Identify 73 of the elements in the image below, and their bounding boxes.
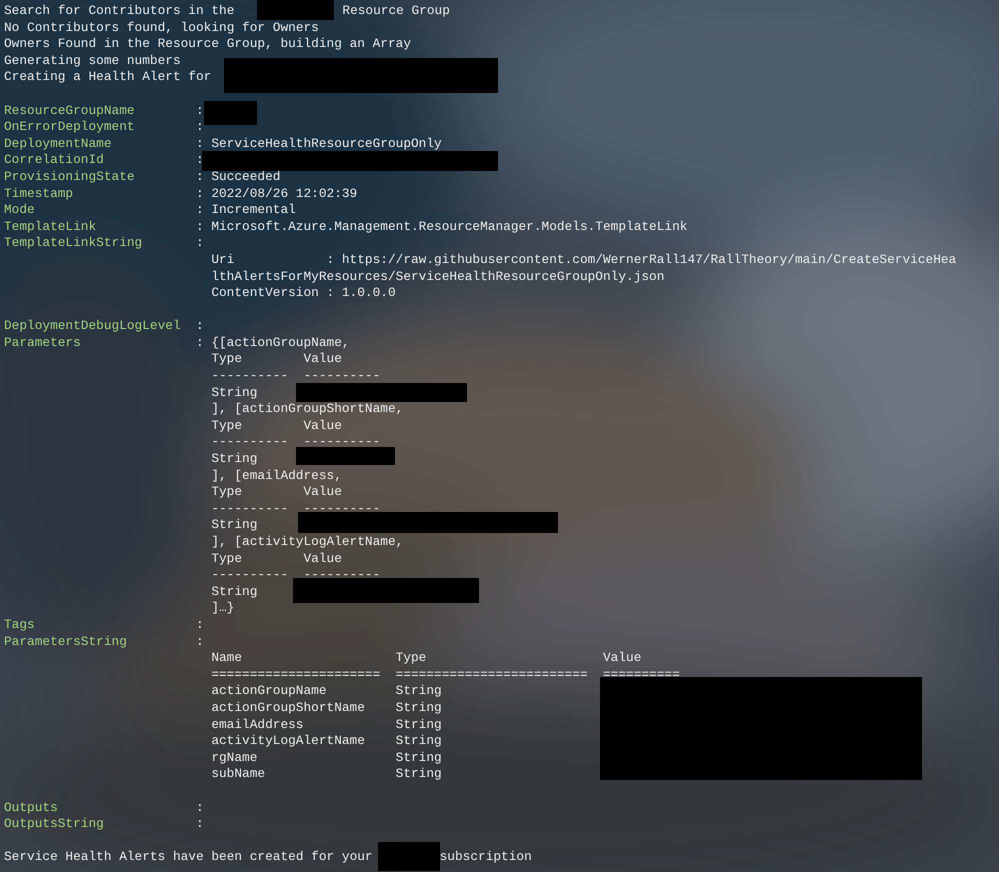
colon-separator: : <box>196 334 205 352</box>
output-text: String <box>211 584 258 599</box>
colon-separator: : <box>196 816 205 833</box>
colon-separator: : <box>196 202 205 219</box>
colon-separator: : <box>196 800 205 816</box>
property-name: ProvisioningState <box>4 168 136 186</box>
output-message: Search for Contributors in the <box>4 3 234 18</box>
colon-separator: : <box>196 634 205 650</box>
property-name: ParametersString <box>4 634 128 650</box>
output-text: lthAlertsForMyResources/ServiceHealthResourceGroupOnly.json <box>211 268 664 284</box>
colon-separator: : <box>196 102 205 120</box>
output-text: String <box>211 451 258 466</box>
property-value: Incremental <box>211 202 296 218</box>
property-name: Parameters <box>4 334 82 352</box>
redaction-bar <box>204 100 258 125</box>
property-value: {[actionGroupName, <box>211 334 350 350</box>
output-message: Resource Group <box>342 3 450 18</box>
colon-separator: : <box>196 218 205 236</box>
colon-separator: : <box>196 168 205 186</box>
colon-separator: : <box>196 616 205 634</box>
output-text: ], [emailAddress, <box>211 468 342 483</box>
property-value: ServiceHealthResourceGroupOnly <box>211 136 442 151</box>
output-text: ], [actionGroupShortName, <box>211 401 404 416</box>
colon-separator: : <box>196 318 205 335</box>
colon-separator: : <box>196 136 205 152</box>
output-text: String <box>211 384 258 400</box>
colon-separator: : <box>196 186 205 202</box>
output-message: subscription <box>440 849 532 864</box>
property-name: Timestamp <box>4 186 74 202</box>
output-text: ====================== ========================= ========== <box>211 666 680 682</box>
property-name: TemplateLinkString <box>4 235 144 252</box>
property-name: Tags <box>4 616 36 634</box>
output-text: ]…} <box>211 600 234 616</box>
property-value: Succeeded <box>211 168 280 184</box>
output-text: Type Value <box>211 418 342 433</box>
property-name: TemplateLink <box>4 218 98 236</box>
output-text: ContentVersion : 1.0.0.0 <box>211 285 396 300</box>
property-name: OnErrorDeployment <box>4 119 136 136</box>
output-text: emailAddress String <box>211 716 442 732</box>
property-name: DeploymentDebugLogLevel <box>4 318 182 335</box>
output-text: Name Type Value <box>211 650 642 666</box>
output-message: No Contributors found, looking for Owners <box>4 20 319 35</box>
output-message: Creating a Health Alert for <box>4 69 212 84</box>
output-text: Type Value <box>211 550 342 566</box>
output-text: Uri : https://raw.githubusercontent.com/WernerRall147/RallTheory/main/CreateServiceHea <box>211 252 956 267</box>
output-text: String <box>211 517 258 532</box>
output-text: subName String <box>211 766 442 782</box>
output-text: Type Value <box>211 351 342 366</box>
property-name: OutputsString <box>4 816 105 833</box>
property-name: CorrelationId <box>4 152 105 169</box>
output-text: ---------- ---------- <box>211 567 380 582</box>
output-text: rgName String <box>211 750 442 765</box>
output-text: ---------- ---------- <box>211 500 380 516</box>
output-text: ], [activityLogAlertName, <box>211 534 404 549</box>
output-text: actionGroupName String <box>211 683 442 698</box>
property-name: ResourceGroupName <box>4 102 136 120</box>
property-name: Outputs <box>4 800 59 816</box>
colon-separator: : <box>196 119 205 136</box>
colon-separator: : <box>196 235 205 252</box>
output-text: ---------- ---------- <box>211 368 380 384</box>
output-message: Service Health Alerts have been created for your <box>4 849 373 864</box>
output-message: Owners Found in the Resource Group, building an Array <box>4 36 412 52</box>
property-value: Microsoft.Azure.Management.ResourceManager.Models.TemplateLink <box>211 218 688 234</box>
property-name: Mode <box>4 202 36 219</box>
output-text: Type Value <box>211 484 342 500</box>
output-text: ---------- ---------- <box>211 434 380 450</box>
property-value: 2022/08/26 12:02:39 <box>211 186 358 201</box>
output-text: activityLogAlertName String <box>211 733 442 748</box>
redaction-bar <box>378 842 440 872</box>
property-name: DeploymentName <box>4 136 113 152</box>
colon-separator: : <box>196 152 205 169</box>
output-message: Generating some numbers <box>4 52 181 68</box>
output-text: actionGroupShortName String <box>211 700 442 715</box>
